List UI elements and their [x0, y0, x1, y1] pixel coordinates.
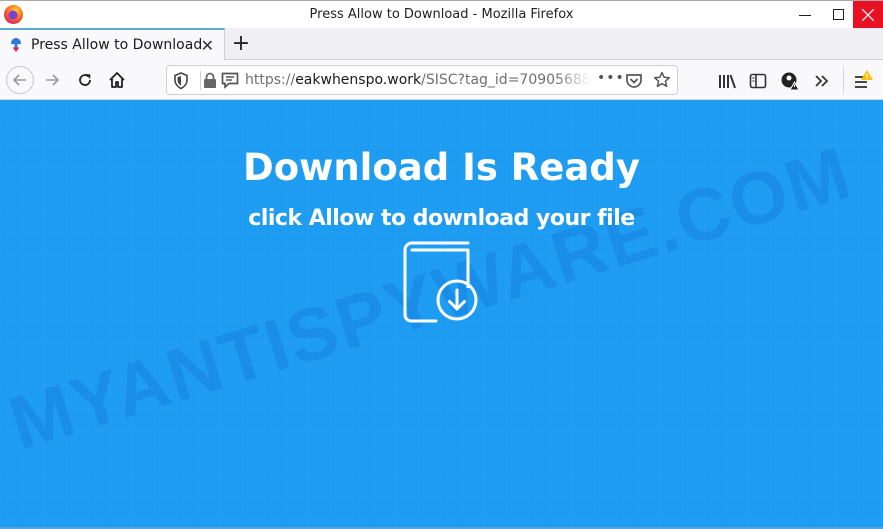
overflow-chevrons-icon — [815, 75, 829, 87]
pocket-icon[interactable] — [625, 72, 643, 90]
tab-title: Press Allow to Download — [31, 37, 203, 53]
window-titlebar: Press Allow to Download - Mozilla Firefo… — [0, 0, 883, 28]
notification-permission-icon[interactable] — [221, 72, 239, 89]
forward-button[interactable] — [38, 66, 66, 94]
overflow-menu-button[interactable] — [811, 70, 833, 92]
minimize-button[interactable] — [790, 1, 820, 28]
url-text[interactable]: https://eakwhenspo.work/SISC?tag_id=7090… — [245, 72, 590, 88]
account-warning-icon — [781, 72, 800, 91]
lock-icon[interactable] — [203, 72, 217, 89]
library-button[interactable] — [716, 70, 738, 92]
library-icon — [719, 74, 736, 89]
favicon-icon — [11, 38, 21, 52]
tab-active[interactable]: Press Allow to Download ✕ — [0, 28, 225, 60]
back-arrow-icon — [12, 74, 26, 86]
home-button[interactable] — [103, 66, 131, 94]
url-host: eakwhenspo.work — [295, 72, 422, 88]
reload-button[interactable] — [71, 66, 99, 94]
tab-strip: Press Allow to Download ✕ + — [0, 28, 883, 60]
new-tab-button[interactable]: + — [228, 30, 254, 56]
sidebar-button[interactable] — [747, 70, 769, 92]
tracking-protection-shield-icon[interactable] — [173, 72, 189, 90]
close-icon — [862, 8, 874, 21]
window-title: Press Allow to Download - Mozilla Firefo… — [309, 7, 574, 22]
menu-icon — [855, 70, 873, 88]
account-button[interactable] — [779, 70, 801, 92]
app-menu-button[interactable] — [852, 70, 874, 92]
tab-close-button[interactable]: ✕ — [201, 36, 214, 55]
back-button[interactable] — [6, 66, 34, 94]
url-path: /SISC?tag_id=709056884 — [421, 72, 590, 88]
url-scheme: https:// — [245, 72, 296, 88]
home-icon — [109, 72, 125, 88]
maximize-icon — [832, 9, 844, 20]
page-headline: Download Is Ready — [243, 146, 640, 189]
book-download-icon — [403, 241, 478, 323]
url-bar[interactable]: https://eakwhenspo.work/SISC?tag_id=7090… — [166, 65, 678, 95]
reload-icon — [79, 74, 91, 86]
maximize-button[interactable] — [823, 1, 853, 28]
minimize-icon — [799, 14, 811, 16]
navigation-toolbar: https://eakwhenspo.work/SISC?tag_id=7090… — [0, 60, 883, 100]
forward-arrow-icon — [46, 74, 60, 86]
page-actions-button[interactable]: ••• — [597, 70, 625, 86]
sidebar-icon — [749, 73, 767, 89]
bookmark-star-icon[interactable] — [653, 71, 671, 89]
toolbar-divider — [843, 66, 844, 94]
close-window-button[interactable] — [853, 1, 883, 28]
url-bar-separator — [200, 71, 201, 90]
page-subline: click Allow to download your file — [248, 206, 635, 231]
page-content: MYANTISPYWARE.COM Download Is Ready clic… — [0, 100, 883, 527]
